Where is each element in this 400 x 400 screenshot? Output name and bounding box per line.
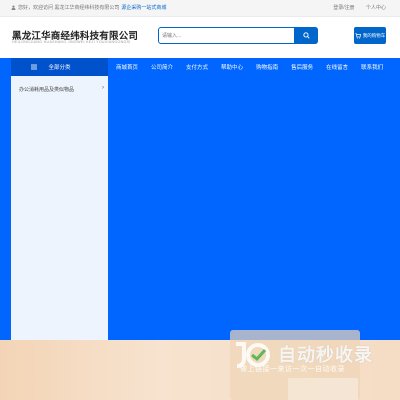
welcome-text-row: 您好，欢迎访问 黑龙江华商经纬科技有限公司 源企采购一站式商城 (11, 4, 166, 11)
category-panel: 办公消耗用品及类似物品 › (11, 76, 108, 340)
nav-item-about[interactable]: 公司简介 (151, 63, 173, 71)
login-register-link[interactable]: 登录/注册 (333, 5, 354, 11)
watermark-tagline: 做上链接一来访一次一自动收录 (240, 366, 345, 373)
category-item[interactable]: 办公消耗用品及类似物品 › (19, 85, 104, 93)
user-center-link[interactable]: 个人中心 (366, 5, 386, 11)
cart-icon (355, 32, 361, 39)
nav-item-payment[interactable]: 支付方式 (186, 63, 208, 71)
menu-icon (31, 64, 37, 70)
cart-button[interactable]: 我的购物车 (354, 27, 386, 44)
user-icon (11, 5, 16, 10)
search-button[interactable] (294, 27, 318, 44)
product-box-image-secondary (288, 378, 358, 400)
all-categories-label: 全部分类 (48, 65, 71, 71)
nav-item-guide[interactable]: 购物指南 (256, 63, 278, 71)
nav-item-home[interactable]: 商城首页 (116, 63, 138, 71)
nav-item-message[interactable]: 在线留言 (326, 63, 348, 71)
main-nav: 全部分类 商城首页 公司简介 支付方式 帮助中心 购物指南 售后服务 在线留言 … (0, 58, 400, 76)
search-bar (158, 27, 318, 44)
nav-item-help[interactable]: 帮助中心 (221, 63, 243, 71)
search-input[interactable] (162, 30, 292, 41)
nav-item-contact[interactable]: 联系我们 (361, 63, 383, 71)
welcome-message: 您好，欢迎访问 黑龙江华商经纬科技有限公司 (18, 5, 120, 11)
cart-label: 我的购物车 (362, 32, 386, 38)
all-categories-button[interactable]: 全部分类 (11, 58, 108, 76)
top-bar: 您好，欢迎访问 黑龙江华商经纬科技有限公司 源企采购一站式商城 登录/注册 个人… (0, 0, 400, 17)
search-icon (302, 32, 310, 39)
chevron-right-icon: › (102, 85, 104, 91)
top-links: 登录/注册 个人中心 (323, 4, 386, 11)
slogan-link[interactable]: 源企采购一站式商城 (121, 4, 166, 11)
company-pinyin: HEILONGJIANG HUASHANG JINGWEI KEJI YOUXI… (12, 40, 131, 44)
nav-item-after-sales[interactable]: 售后服务 (291, 63, 313, 71)
category-item-label: 办公消耗用品及类似物品 (19, 87, 75, 93)
nav-menu: 商城首页 公司简介 支付方式 帮助中心 购物指南 售后服务 在线留言 联系我们 (116, 58, 396, 76)
